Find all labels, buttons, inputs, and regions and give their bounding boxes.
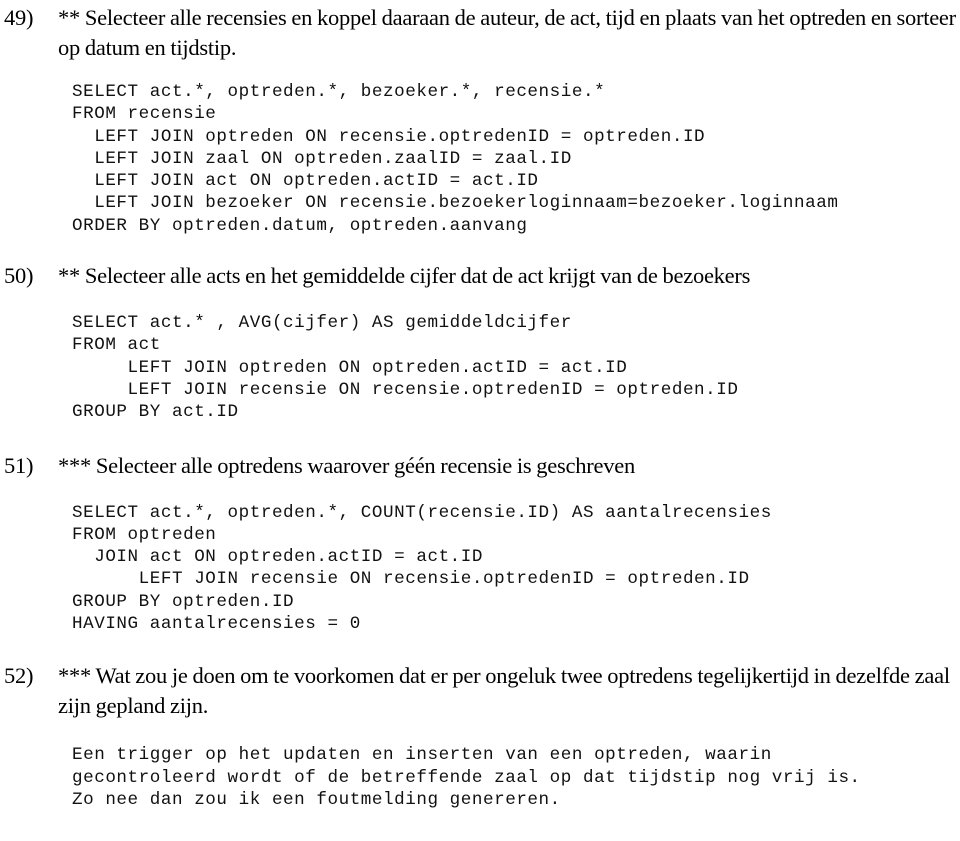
question-difficulty-49: ** <box>58 5 80 30</box>
question-prompt-52: Wat zou je doen om te voorkomen dat er p… <box>58 663 950 719</box>
question-item-51: 51) *** Selecteer alle optredens waarove… <box>0 451 960 481</box>
question-prompt-50: Selecteer alle acts en het gemiddelde ci… <box>84 263 751 289</box>
answer-code-51: SELECT act.*, optreden.*, COUNT(recensie… <box>72 502 772 635</box>
question-item-49: 49) ** Selecteer alle recensies en koppe… <box>0 3 960 63</box>
question-text-49: ** Selecteer alle recensies en koppel da… <box>58 3 960 63</box>
question-prompt-49: Selecteer alle recensies en koppel daara… <box>58 5 956 60</box>
question-number-49: 49) <box>4 5 34 30</box>
answer-code-50: SELECT act.* , AVG(cijfer) AS gemiddeldc… <box>72 313 739 423</box>
question-text-52: *** Wat zou je doen om te voorkomen dat … <box>58 661 960 721</box>
question-number-52: 52) <box>4 663 34 689</box>
question-text-50: ** Selecteer alle acts en het gemiddelde… <box>58 261 960 291</box>
question-difficulty-52: *** <box>58 663 91 689</box>
question-number-51: 51) <box>4 452 34 478</box>
question-item-52: 52) *** Wat zou je doen om te voorkomen … <box>0 661 960 721</box>
document-page: 49) ** Selecteer alle recensies en koppe… <box>0 3 960 841</box>
answer-text-52: Een trigger op het updaten en inserten v… <box>72 745 861 810</box>
question-item-50: 50) ** Selecteer alle acts en het gemidd… <box>0 261 960 291</box>
question-number-50: 50) <box>4 263 34 289</box>
answer-code-49: SELECT act.*, optreden.*, bezoeker.*, re… <box>72 82 839 236</box>
question-prompt-51: Selecteer alle optredens waarover géén r… <box>95 452 635 478</box>
question-text-51: *** Selecteer alle optredens waarover gé… <box>58 451 960 481</box>
question-difficulty-51: *** <box>58 452 91 478</box>
question-difficulty-50: ** <box>58 263 80 289</box>
